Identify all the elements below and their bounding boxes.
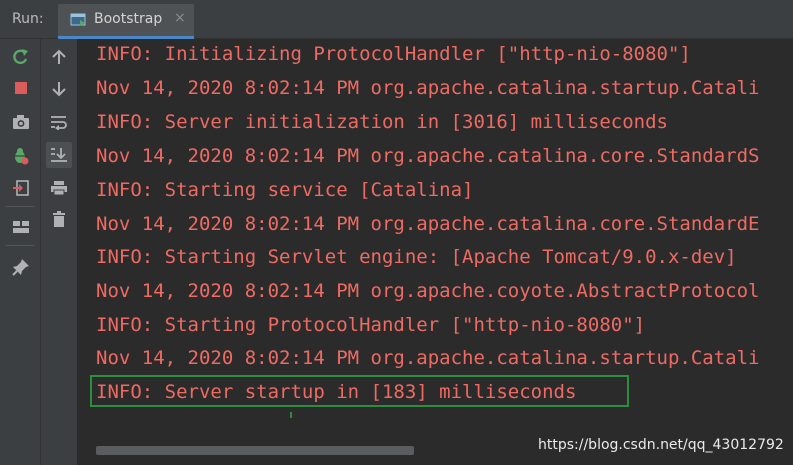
trash-icon[interactable]: [48, 208, 70, 230]
startup-highlight-box: [90, 375, 629, 407]
run-toolbar: Run: Bootstrap ×: [0, 0, 793, 39]
log-line: INFO: Starting service [Catalina]: [96, 179, 474, 201]
log-line: Nov 14, 2020 8:02:14 PM org.apache.catal…: [96, 213, 760, 235]
text-cursor: [290, 412, 292, 418]
pin-icon[interactable]: [10, 256, 32, 278]
log-line: INFO: Server initialization in [3016] mi…: [96, 111, 668, 133]
toolbar-divider: [6, 245, 34, 246]
log-line: INFO: Initializing ProtocolHandler ["htt…: [96, 43, 691, 65]
console-actions-toolbar: [41, 39, 78, 465]
log-line: Nov 14, 2020 8:02:14 PM org.apache.coyot…: [96, 280, 760, 302]
layout-icon[interactable]: [10, 216, 32, 238]
stop-icon[interactable]: [10, 77, 32, 99]
exit-icon[interactable]: [10, 177, 32, 199]
log-line: INFO: Starting ProtocolHandler ["http-ni…: [96, 314, 646, 336]
tab-bootstrap[interactable]: Bootstrap ×: [58, 4, 194, 39]
tab-title: Bootstrap: [94, 11, 163, 27]
close-icon[interactable]: ×: [174, 10, 186, 26]
print-icon[interactable]: [48, 177, 70, 199]
run-actions-toolbar: [0, 39, 41, 465]
debug-icon[interactable]: [10, 145, 32, 167]
console-output[interactable]: INFO: Initializing ProtocolHandler ["htt…: [78, 39, 793, 465]
soft-wrap-icon[interactable]: [48, 111, 70, 133]
toolbar-divider: [6, 206, 34, 207]
log-line: Nov 14, 2020 8:02:14 PM org.apache.catal…: [96, 77, 760, 99]
run-config-icon: [70, 12, 86, 26]
up-arrow-icon[interactable]: [48, 46, 70, 68]
down-arrow-icon[interactable]: [48, 78, 70, 100]
log-line: INFO: Starting Servlet engine: [Apache T…: [96, 246, 737, 268]
run-label: Run:: [12, 11, 44, 27]
scroll-to-end-icon[interactable]: [46, 142, 72, 168]
log-line: Nov 14, 2020 8:02:14 PM org.apache.catal…: [96, 347, 760, 369]
rerun-icon[interactable]: [10, 46, 32, 68]
screenshot-icon[interactable]: [10, 111, 32, 133]
log-line: Nov 14, 2020 8:02:14 PM org.apache.catal…: [96, 145, 760, 167]
watermark: https://blog.csdn.net/qq_43012792: [538, 437, 784, 453]
horizontal-scrollbar[interactable]: [96, 446, 414, 455]
